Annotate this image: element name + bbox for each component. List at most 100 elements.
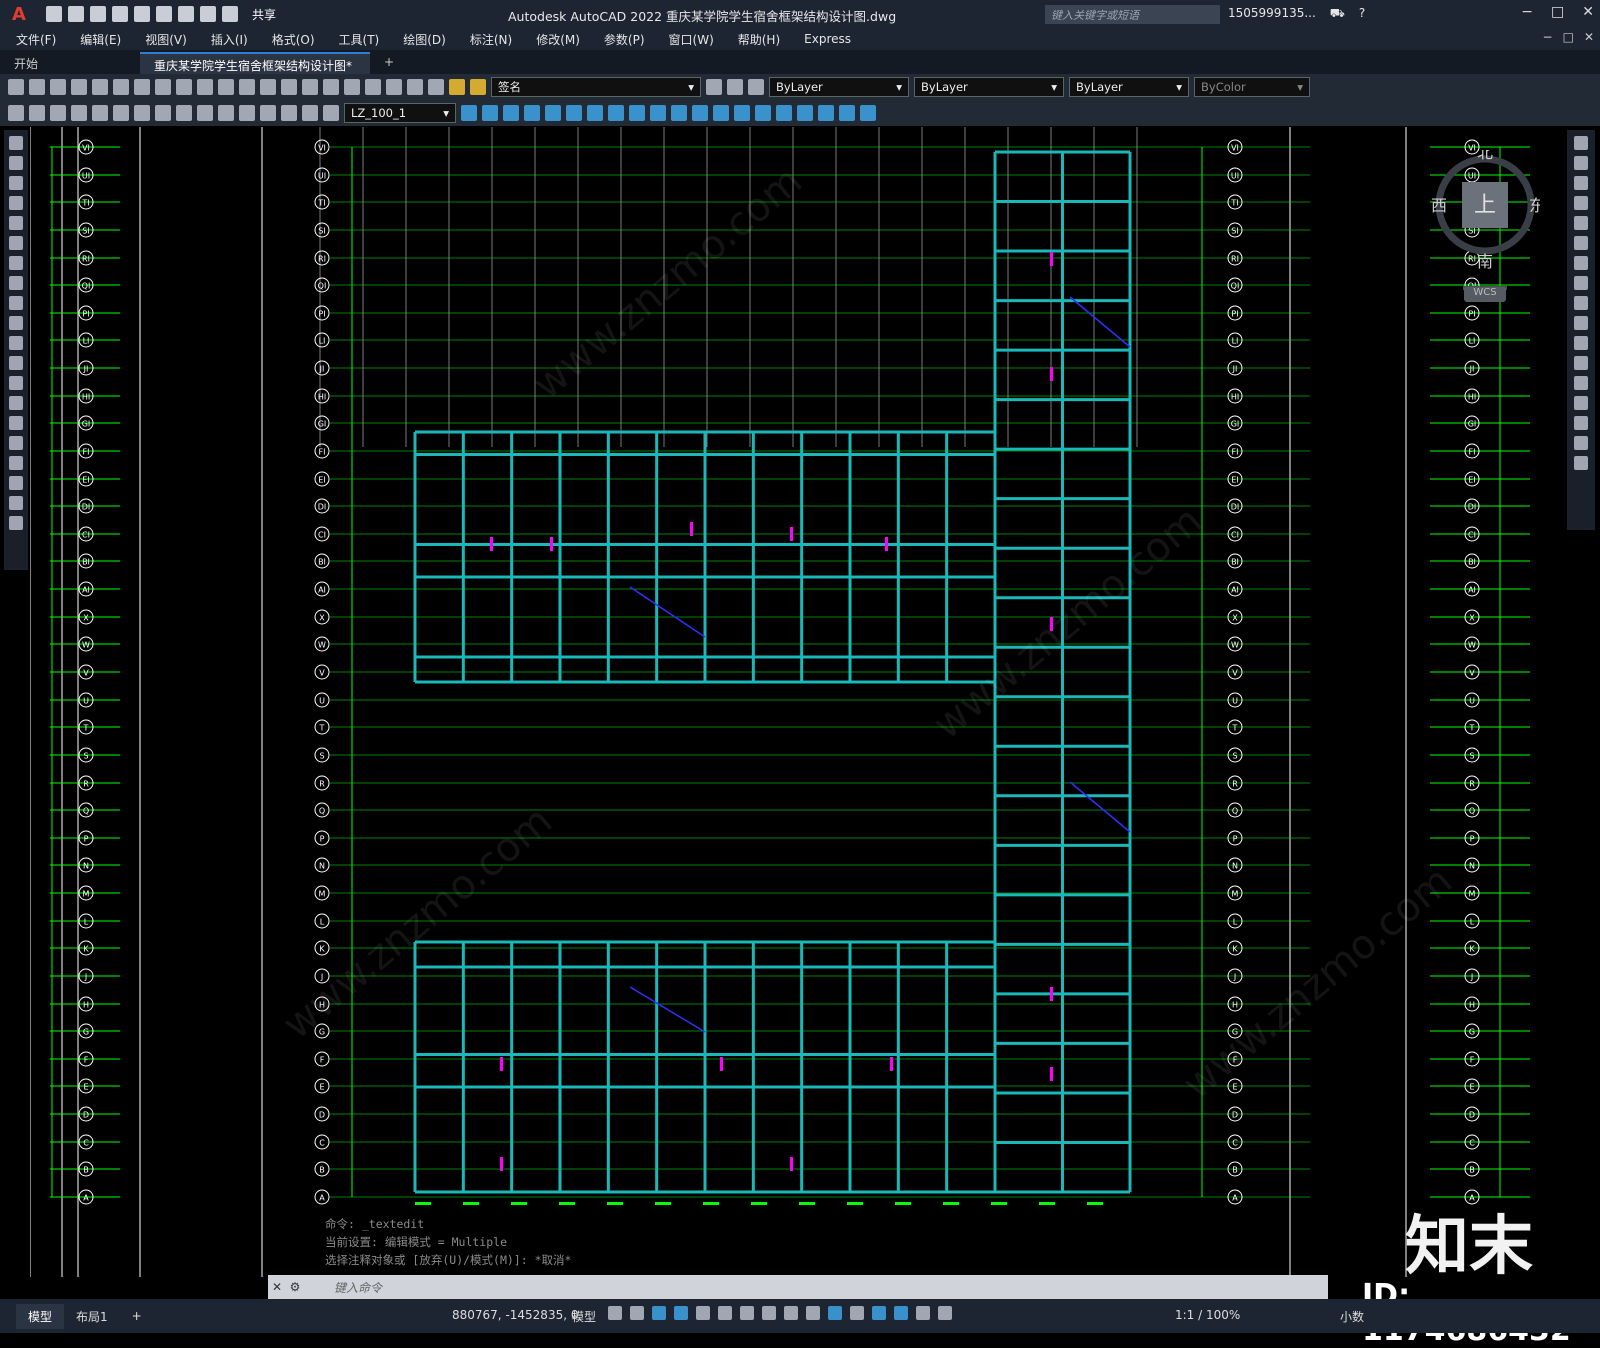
lineweight-dropdown[interactable]: ByLayer ▾: [1069, 77, 1189, 97]
tool-icon[interactable]: [8, 105, 24, 121]
menu-express[interactable]: Express: [804, 32, 851, 46]
tab-start[interactable]: 开始: [0, 52, 140, 74]
layer-dropdown[interactable]: 签名 ▾: [491, 77, 701, 97]
tab-layout1[interactable]: 布局1: [64, 1304, 120, 1329]
layer-tool2-icon[interactable]: [727, 79, 743, 95]
palettes-icon[interactable]: [365, 79, 381, 95]
lineweight-icon[interactable]: [762, 1306, 776, 1320]
new-icon[interactable]: [8, 79, 24, 95]
gradient-icon[interactable]: [9, 436, 23, 450]
tab-model[interactable]: 模型: [16, 1303, 65, 1329]
modify-icon[interactable]: [650, 105, 666, 121]
annotation-scale[interactable]: 1:1 / 100%: [1175, 1308, 1240, 1322]
wrench-icon[interactable]: ⚙: [286, 1280, 304, 1294]
publish-icon[interactable]: [113, 79, 129, 95]
color-dropdown[interactable]: ByLayer ▾: [769, 77, 909, 97]
spline-icon[interactable]: [9, 296, 23, 310]
modify-icon[interactable]: [839, 105, 855, 121]
diameter-dim-icon[interactable]: [176, 105, 192, 121]
snap-icon[interactable]: [630, 1306, 644, 1320]
rectangle-icon[interactable]: [9, 216, 23, 230]
menu-file[interactable]: 文件(F): [16, 31, 56, 48]
add-selected-icon[interactable]: [9, 516, 23, 530]
web-icon[interactable]: [134, 6, 150, 22]
break-icon[interactable]: [1574, 356, 1588, 370]
minimize-button[interactable]: −: [1521, 4, 1533, 20]
copy-icon[interactable]: [1574, 156, 1588, 170]
cut-icon[interactable]: [134, 79, 150, 95]
extend-icon[interactable]: [1574, 336, 1588, 350]
auto-scale-icon[interactable]: [938, 1306, 952, 1320]
menu-insert[interactable]: 插入(I): [211, 31, 248, 48]
explode-icon[interactable]: [1574, 456, 1588, 470]
model-space-button[interactable]: 模型: [572, 1308, 596, 1325]
modify-icon[interactable]: [503, 105, 519, 121]
modify-icon[interactable]: [545, 105, 561, 121]
paste-icon[interactable]: [176, 79, 192, 95]
center-mark-icon[interactable]: [281, 105, 297, 121]
modify-icon[interactable]: [713, 105, 729, 121]
make-block-icon[interactable]: [9, 376, 23, 390]
redo-icon[interactable]: [239, 79, 255, 95]
preview-icon[interactable]: [92, 79, 108, 95]
save-icon[interactable]: [90, 6, 106, 22]
polygon-icon[interactable]: [9, 196, 23, 210]
arc-icon[interactable]: [9, 236, 23, 250]
stretch-icon[interactable]: [1574, 296, 1588, 310]
modify-icon[interactable]: [755, 105, 771, 121]
construction-line-icon[interactable]: [9, 156, 23, 170]
dim-edit-icon[interactable]: [302, 105, 318, 121]
open-icon[interactable]: [29, 79, 45, 95]
tab-drawing[interactable]: 重庆某学院学生宿舍框架结构设计图*: [140, 52, 370, 74]
3d-osnap-icon[interactable]: [828, 1306, 842, 1320]
sun-icon[interactable]: [470, 79, 486, 95]
menu-view[interactable]: 视图(V): [145, 31, 187, 48]
menu-dimension[interactable]: 标注(N): [470, 31, 512, 48]
modify-icon[interactable]: [608, 105, 624, 121]
compass-south[interactable]: 南: [1477, 252, 1493, 271]
ortho-icon[interactable]: [652, 1306, 666, 1320]
modify-icon[interactable]: [797, 105, 813, 121]
modify-icon[interactable]: [776, 105, 792, 121]
tab-add-layout[interactable]: +: [120, 1305, 154, 1327]
transparency-icon[interactable]: [784, 1306, 798, 1320]
polyline-icon[interactable]: [9, 176, 23, 190]
menu-parametric[interactable]: 参数(P): [604, 31, 645, 48]
point-icon[interactable]: [9, 396, 23, 410]
help-icon[interactable]: ?: [1359, 6, 1365, 22]
selection-filter-icon[interactable]: [872, 1306, 886, 1320]
maximize-button[interactable]: □: [1551, 4, 1564, 20]
menu-modify[interactable]: 修改(M): [536, 31, 580, 48]
compass-north[interactable]: 北: [1477, 143, 1493, 162]
autocad-logo-icon[interactable]: A: [0, 0, 38, 28]
undo-icon[interactable]: [218, 79, 234, 95]
ellipse-icon[interactable]: [9, 316, 23, 330]
text-style-dropdown[interactable]: LZ_100_1 ▾: [344, 103, 456, 123]
viewcube[interactable]: 上 北 南 东 西 WCS: [1430, 143, 1545, 302]
fillet-icon[interactable]: [1574, 416, 1588, 430]
aligned-dim-icon[interactable]: [92, 105, 108, 121]
print-icon[interactable]: [178, 6, 194, 22]
plot-icon[interactable]: [71, 79, 87, 95]
isodraft-icon[interactable]: [696, 1306, 710, 1320]
region-icon[interactable]: [9, 456, 23, 470]
radius-dim-icon[interactable]: [155, 105, 171, 121]
rotate-icon[interactable]: [1574, 256, 1588, 270]
modify-icon[interactable]: [482, 105, 498, 121]
angular-dim-icon[interactable]: [197, 105, 213, 121]
new-icon[interactable]: [46, 6, 62, 22]
lightbulb-icon[interactable]: [449, 79, 465, 95]
grid-icon[interactable]: [608, 1306, 622, 1320]
help-icon[interactable]: [407, 79, 423, 95]
polar-icon[interactable]: [674, 1306, 688, 1320]
compass-east[interactable]: 东: [1529, 196, 1545, 215]
ellipse-arc-icon[interactable]: [9, 336, 23, 350]
dynamic-ucs-icon[interactable]: [850, 1306, 864, 1320]
text-icon[interactable]: [9, 496, 23, 510]
gizmo-icon[interactable]: [894, 1306, 908, 1320]
zoom-icon[interactable]: [281, 79, 297, 95]
modify-icon[interactable]: [692, 105, 708, 121]
annotation-visibility-icon[interactable]: [916, 1306, 930, 1320]
erase-icon[interactable]: [1574, 136, 1588, 150]
modify-icon[interactable]: [524, 105, 540, 121]
